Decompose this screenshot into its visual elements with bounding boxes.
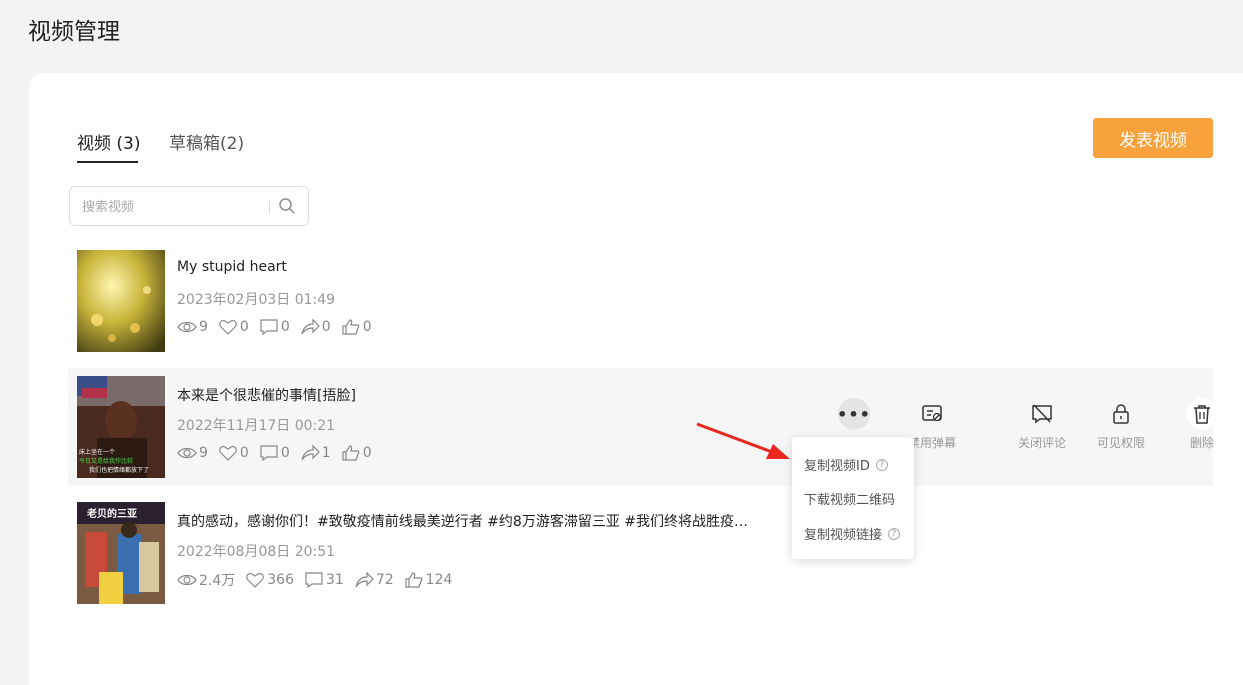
comment-icon bbox=[260, 445, 278, 462]
tab-videos[interactable]: 视频 (3) bbox=[77, 129, 140, 154]
lock-icon bbox=[1113, 404, 1129, 424]
danmaku-icon bbox=[922, 405, 942, 422]
more-options-menu: 复制视频ID ? 下载视频二维码 复制视频链接 ? bbox=[792, 437, 914, 559]
share-count: 72 bbox=[375, 572, 394, 588]
copy-video-link-item[interactable]: 复制视频链接 ? bbox=[804, 524, 901, 543]
video-stats: 2.4万 366 31 72 124 bbox=[177, 570, 462, 590]
like-count: 0 bbox=[239, 319, 249, 335]
video-title[interactable]: 真的感动，感谢你们！#致敬疫情前线最美逆行者 #约8万游客滞留三亚 #我们终将战… bbox=[177, 511, 748, 531]
share-count: 0 bbox=[321, 319, 331, 335]
video-date: 2022年11月17日 00:21 bbox=[177, 418, 336, 434]
thumbs-up-count: 124 bbox=[425, 572, 453, 588]
thumb-caption: 我们也把情绪都放下了 bbox=[89, 466, 149, 474]
thumb-caption: 老贝的三亚 bbox=[86, 507, 137, 520]
video-row[interactable]: My stupid heart 2023年02月03日 01:49 9 0 0 … bbox=[68, 242, 1213, 360]
close-comments-button[interactable]: 关闭评论 bbox=[1012, 398, 1072, 451]
video-row[interactable]: 老贝的三亚 真的感动，感谢你们！#致敬疫情前线最美逆行者 #约8万游客滞留三亚 … bbox=[68, 494, 1213, 612]
help-icon[interactable]: ? bbox=[875, 458, 888, 471]
video-stats: 9 0 0 1 0 bbox=[177, 444, 382, 462]
share-count: 1 bbox=[321, 445, 331, 461]
menu-item-label: 下载视频二维码 bbox=[804, 493, 896, 508]
thumbs-up-count: 0 bbox=[362, 319, 372, 335]
share-icon bbox=[355, 571, 374, 588]
thumb-caption: 床上坐在一个 bbox=[79, 448, 115, 456]
view-count: 9 bbox=[199, 319, 208, 335]
thumbs-up-icon bbox=[342, 445, 360, 461]
heart-icon bbox=[246, 572, 265, 588]
eye-icon bbox=[177, 321, 197, 333]
search-icon[interactable] bbox=[278, 197, 296, 215]
active-tab-indicator bbox=[77, 161, 138, 163]
video-date: 2022年08月08日 20:51 bbox=[177, 544, 336, 560]
heart-icon bbox=[219, 445, 237, 461]
tab-drafts[interactable]: 草稿箱(2) bbox=[169, 129, 244, 154]
action-label: 删除 bbox=[1189, 436, 1214, 450]
thumbs-up-count: 0 bbox=[362, 445, 372, 461]
search-box bbox=[69, 186, 309, 226]
help-icon[interactable]: ? bbox=[888, 527, 901, 540]
action-label: 关闭评论 bbox=[1017, 436, 1066, 450]
thumbs-up-icon bbox=[405, 572, 423, 588]
video-title[interactable]: 本来是个很悲催的事情[捂脸] bbox=[177, 385, 356, 405]
like-count: 366 bbox=[267, 572, 294, 588]
menu-item-label: 复制视频ID bbox=[804, 459, 870, 474]
share-icon bbox=[301, 444, 320, 461]
thumb-caption: 今日又是给我作比较 bbox=[79, 457, 133, 465]
video-date: 2023年02月03日 01:49 bbox=[177, 292, 336, 308]
comment-icon bbox=[260, 319, 278, 336]
video-stats: 9 0 0 0 0 bbox=[177, 318, 382, 336]
publish-video-button[interactable]: 发表视频 bbox=[1093, 118, 1213, 158]
video-thumbnail[interactable]: 床上坐在一个 今日又是给我作比较 我们也把情绪都放下了 bbox=[77, 376, 165, 478]
view-count: 9 bbox=[199, 445, 208, 461]
search-divider bbox=[269, 200, 270, 214]
copy-video-id-item[interactable]: 复制视频ID ? bbox=[804, 455, 888, 474]
search-input[interactable] bbox=[82, 197, 262, 217]
video-title[interactable]: My stupid heart bbox=[177, 259, 287, 275]
comment-count: 31 bbox=[326, 572, 344, 588]
comment-icon bbox=[305, 572, 323, 589]
eye-icon bbox=[177, 447, 197, 459]
video-thumbnail[interactable]: 老贝的三亚 bbox=[77, 502, 165, 604]
eye-icon bbox=[177, 574, 197, 586]
view-count: 2.4万 bbox=[199, 573, 236, 589]
download-qr-item[interactable]: 下载视频二维码 bbox=[804, 489, 895, 508]
comment-off-icon bbox=[1032, 404, 1052, 424]
comment-count: 0 bbox=[280, 319, 290, 335]
trash-icon bbox=[1194, 405, 1210, 424]
thumbs-up-icon bbox=[342, 319, 360, 335]
more-dots-icon: ••• bbox=[837, 404, 871, 424]
comment-count: 0 bbox=[280, 445, 290, 461]
share-icon bbox=[301, 318, 320, 335]
action-label: 可见权限 bbox=[1096, 436, 1145, 450]
visibility-permission-button[interactable]: 可见权限 bbox=[1091, 398, 1151, 451]
page-title: 视频管理 bbox=[28, 19, 120, 45]
heart-icon bbox=[219, 319, 237, 335]
like-count: 0 bbox=[239, 445, 249, 461]
video-thumbnail[interactable] bbox=[77, 250, 165, 352]
menu-item-label: 复制视频链接 bbox=[804, 528, 883, 543]
video-row[interactable]: 床上坐在一个 今日又是给我作比较 我们也把情绪都放下了 本来是个很悲催的事情[捂… bbox=[68, 368, 1218, 486]
delete-button[interactable]: 删除 bbox=[1172, 398, 1232, 451]
more-options-button[interactable]: ••• bbox=[837, 398, 871, 430]
content-card: 视频 (3) 草稿箱(2) 发表视频 搜索视频 My stupid heart … bbox=[29, 73, 1243, 685]
